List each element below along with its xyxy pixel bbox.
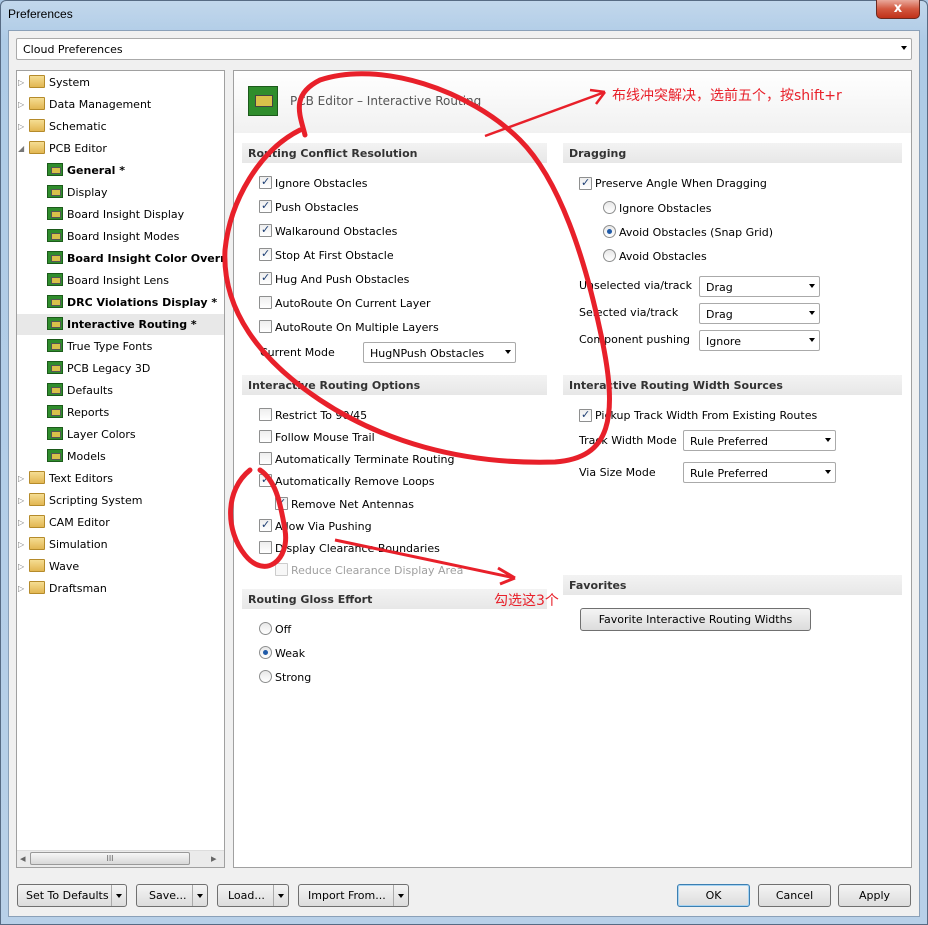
annotation-text-top: 布线冲突解决，选前五个，按shift+r [612, 88, 842, 104]
annotation-arrow-bottom [334, 538, 516, 586]
annotation-circle-bottom [228, 467, 289, 569]
annotation-text-bottom: 勾选这3个 [494, 593, 559, 609]
annotation-circle-top [222, 71, 612, 465]
annotation-overlay [222, 71, 612, 586]
annotation-arrow-top [484, 88, 606, 138]
